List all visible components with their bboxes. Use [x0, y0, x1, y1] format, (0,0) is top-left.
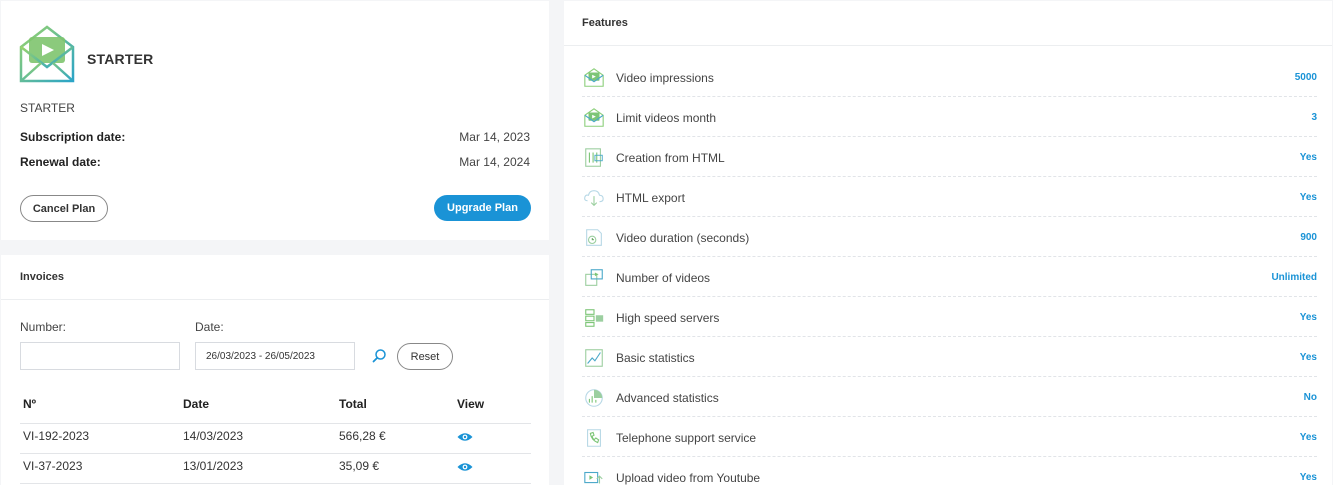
feature-label: Basic statistics — [616, 351, 695, 365]
renewal-date-label: Renewal date: — [20, 155, 101, 169]
feature-row: Limit videos month 3 — [582, 97, 1317, 137]
cloud-export-icon — [584, 190, 604, 207]
invoice-total: 35,09 € — [339, 459, 380, 473]
feature-label: HTML export — [616, 191, 685, 205]
feature-value: Yes — [1299, 312, 1317, 323]
number-filter-label: Number: — [20, 320, 67, 334]
feature-label: Advanced statistics — [616, 391, 719, 405]
invoice-date: 14/03/2023 — [183, 429, 244, 443]
feature-label: Number of videos — [616, 271, 711, 285]
feature-row: Video impressions 5000 — [582, 57, 1317, 97]
feature-label: High speed servers — [616, 311, 720, 325]
invoices-title: Invoices — [20, 271, 65, 283]
features-header: Features — [564, 1, 1332, 46]
feature-row: Number of videos Unlimited — [582, 257, 1317, 297]
feature-label: Video duration (seconds) — [616, 231, 750, 245]
feature-row: Basic statistics Yes — [582, 337, 1317, 377]
table-divider — [20, 423, 531, 424]
invoice-total: 566,28 € — [339, 429, 386, 443]
feature-label: Upload video from Youtube — [616, 471, 761, 485]
feature-value: Yes — [1299, 472, 1317, 483]
feature-value: Yes — [1299, 432, 1317, 443]
feature-row: Creation from HTML Yes — [582, 137, 1317, 177]
video-envelope-icon — [584, 68, 604, 87]
feature-value: 5000 — [1294, 72, 1317, 83]
invoice-date: 13/01/2023 — [183, 459, 244, 473]
feature-value: 900 — [1300, 232, 1317, 243]
plan-card: STARTER STARTER Subscription date: Mar 1… — [1, 1, 549, 240]
feature-row: Advanced statistics No — [582, 377, 1317, 417]
feature-value: Yes — [1299, 152, 1317, 163]
renewal-date-value: Mar 14, 2024 — [459, 155, 530, 169]
view-invoice-eye-icon[interactable] — [457, 462, 473, 472]
feature-row: High speed servers Yes — [582, 297, 1317, 337]
feature-value: No — [1303, 392, 1317, 403]
feature-label: Limit videos month — [616, 111, 717, 125]
cancel-plan-button[interactable]: Cancel Plan — [20, 195, 108, 222]
renewal-date-row: Renewal date: Mar 14, 2024 — [20, 155, 530, 169]
date-filter-label: Date: — [195, 320, 224, 334]
video-envelope-icon — [584, 108, 604, 127]
feature-label: Telephone support service — [616, 431, 757, 445]
upload-video-icon — [584, 471, 603, 484]
feature-label: Video impressions — [616, 71, 714, 85]
invoices-header: Invoices — [1, 255, 549, 300]
date-range-input[interactable]: 26/03/2023 - 26/05/2023 — [195, 342, 355, 370]
duration-icon — [586, 229, 602, 246]
view-invoice-eye-icon[interactable] — [457, 432, 473, 442]
invoices-card: Invoices Number: Date: 26/03/2023 - 26/0… — [1, 255, 549, 485]
videos-count-icon — [585, 269, 603, 286]
table-divider — [20, 483, 531, 484]
feature-value: 3 — [1311, 112, 1317, 123]
feature-row: Video duration (seconds) 900 — [582, 217, 1317, 257]
feature-row: HTML export Yes — [582, 177, 1317, 217]
feature-row: Telephone support service Yes — [582, 417, 1317, 457]
phone-icon — [587, 429, 601, 447]
search-icon[interactable] — [371, 348, 387, 364]
pie-chart-icon — [585, 389, 603, 407]
features-title: Features — [582, 17, 628, 29]
html-code-icon — [585, 148, 603, 167]
subscription-date-row: Subscription date: Mar 14, 2023 — [20, 130, 530, 144]
chart-line-icon — [585, 349, 603, 367]
servers-icon — [585, 309, 604, 327]
table-divider — [20, 453, 531, 454]
feature-value: Unlimited — [1271, 272, 1317, 283]
feature-row: Upload video from Youtube Yes — [582, 457, 1317, 485]
plan-envelope-logo-icon — [19, 25, 75, 83]
plan-title: STARTER — [87, 51, 154, 67]
subscription-date-label: Subscription date: — [20, 130, 126, 144]
invoice-number: VI-37-2023 — [23, 459, 83, 473]
upgrade-plan-button[interactable]: Upgrade Plan — [434, 195, 531, 221]
column-header-view: View — [457, 397, 485, 411]
features-card: Features Video impressions 5000 Limit vide… — [564, 1, 1332, 485]
plan-name: STARTER — [20, 101, 75, 115]
column-header-date: Date — [183, 397, 210, 411]
subscription-date-value: Mar 14, 2023 — [459, 130, 530, 144]
column-header-number: Nº — [23, 397, 37, 411]
feature-value: Yes — [1299, 352, 1317, 363]
number-filter-input[interactable] — [20, 342, 180, 370]
column-header-total: Total — [339, 397, 367, 411]
feature-value: Yes — [1299, 192, 1317, 203]
feature-label: Creation from HTML — [616, 151, 725, 165]
reset-button[interactable]: Reset — [397, 343, 453, 370]
invoice-number: VI-192-2023 — [23, 429, 90, 443]
